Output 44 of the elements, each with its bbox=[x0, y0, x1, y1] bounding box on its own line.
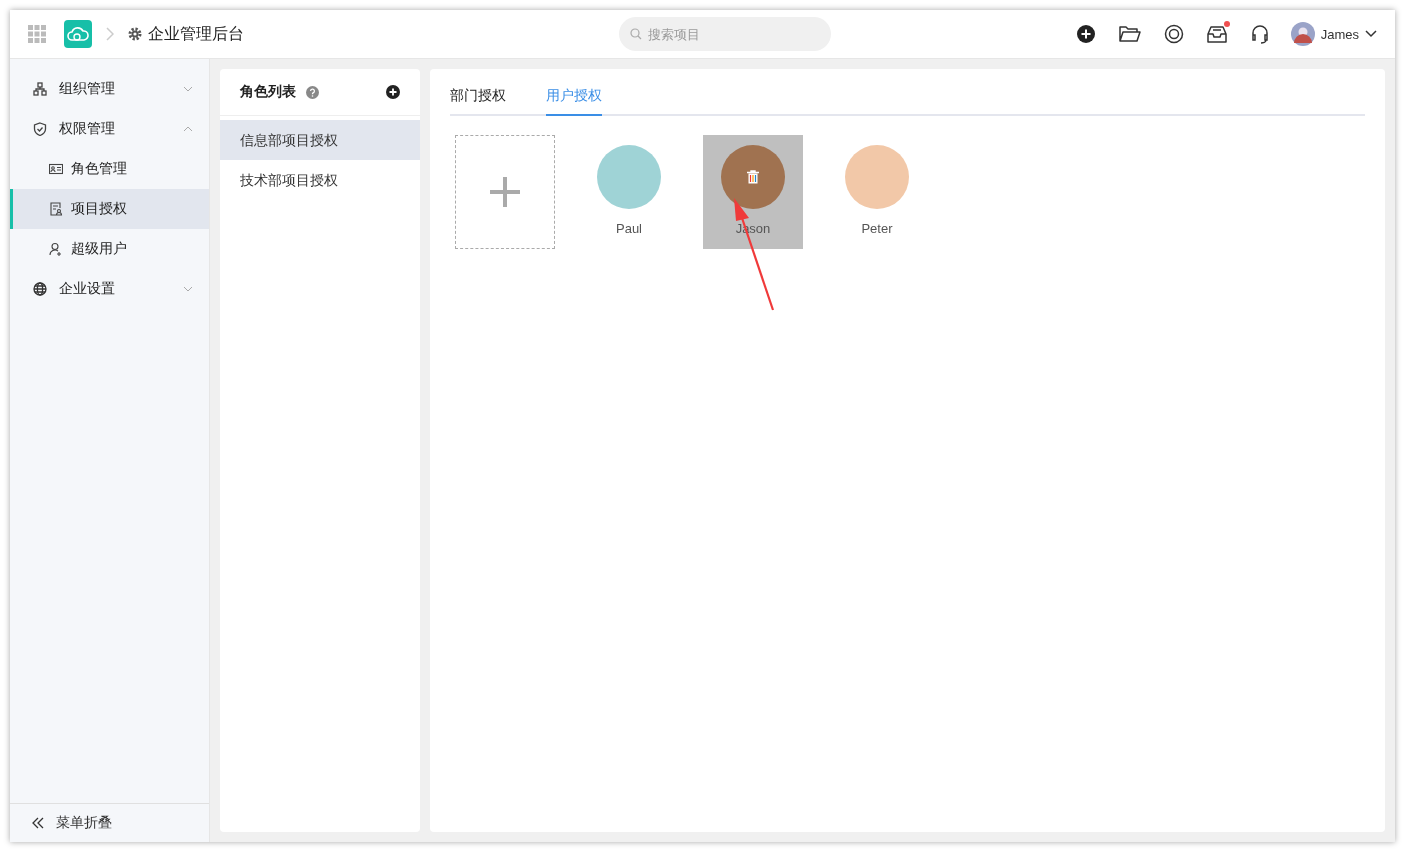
tab[interactable]: 用户授权 bbox=[546, 87, 602, 116]
sidebar-subitem[interactable]: 超级用户 bbox=[10, 229, 209, 269]
collapse-menu-button[interactable]: 菜单折叠 bbox=[10, 803, 209, 842]
plus-icon bbox=[490, 177, 520, 207]
gear-icon bbox=[128, 27, 142, 41]
add-role-icon[interactable] bbox=[386, 85, 400, 99]
add-circle-icon[interactable] bbox=[1075, 24, 1096, 44]
headset-icon[interactable] bbox=[1249, 24, 1270, 44]
sidebar-subitem[interactable]: 项目授权 bbox=[10, 189, 209, 229]
search-field[interactable]: 搜索项目 bbox=[618, 17, 831, 51]
user-name: Peter bbox=[861, 221, 893, 236]
user-card[interactable]: Paul bbox=[579, 135, 679, 249]
menu-icon bbox=[33, 282, 47, 296]
avatar-icon bbox=[1290, 22, 1315, 46]
menu-icon bbox=[49, 242, 63, 256]
trash-icon[interactable] bbox=[747, 170, 759, 184]
sidebar-subitem[interactable]: 角色管理 bbox=[10, 149, 209, 189]
menu-icon bbox=[49, 162, 63, 176]
chevron-up-icon bbox=[183, 126, 193, 132]
inbox-icon[interactable] bbox=[1206, 25, 1227, 43]
role-item[interactable]: 技术部项目授权 bbox=[220, 160, 420, 200]
user-card[interactable]: Peter bbox=[827, 135, 927, 249]
tab[interactable]: 部门授权 bbox=[450, 87, 506, 116]
chevron-down-icon bbox=[1365, 30, 1377, 38]
double-chevron-left-icon bbox=[32, 817, 44, 829]
search-icon bbox=[629, 28, 642, 40]
panel-title: 角色列表 bbox=[240, 83, 296, 101]
help-icon[interactable] bbox=[306, 85, 319, 99]
chevron-down-icon bbox=[183, 286, 193, 292]
menu-icon bbox=[33, 122, 47, 136]
sidebar-item[interactable]: 企业设置 bbox=[10, 269, 209, 309]
menu-icon bbox=[49, 202, 63, 216]
chevron-right-icon bbox=[106, 27, 114, 41]
folder-icon[interactable] bbox=[1118, 25, 1141, 43]
menu-icon bbox=[33, 82, 47, 96]
sidebar-item[interactable]: 权限管理 bbox=[10, 109, 209, 149]
user-name: Paul bbox=[616, 221, 642, 236]
cloud-logo-icon bbox=[64, 20, 92, 48]
app-title: 企业管理后台 bbox=[148, 23, 244, 44]
user-menu[interactable]: James bbox=[1290, 22, 1377, 46]
role-item[interactable]: 信息部项目授权 bbox=[220, 120, 420, 160]
lifebuoy-icon[interactable] bbox=[1163, 24, 1184, 44]
chevron-down-icon bbox=[183, 86, 193, 92]
sidebar-item[interactable]: 组织管理 bbox=[10, 69, 209, 109]
